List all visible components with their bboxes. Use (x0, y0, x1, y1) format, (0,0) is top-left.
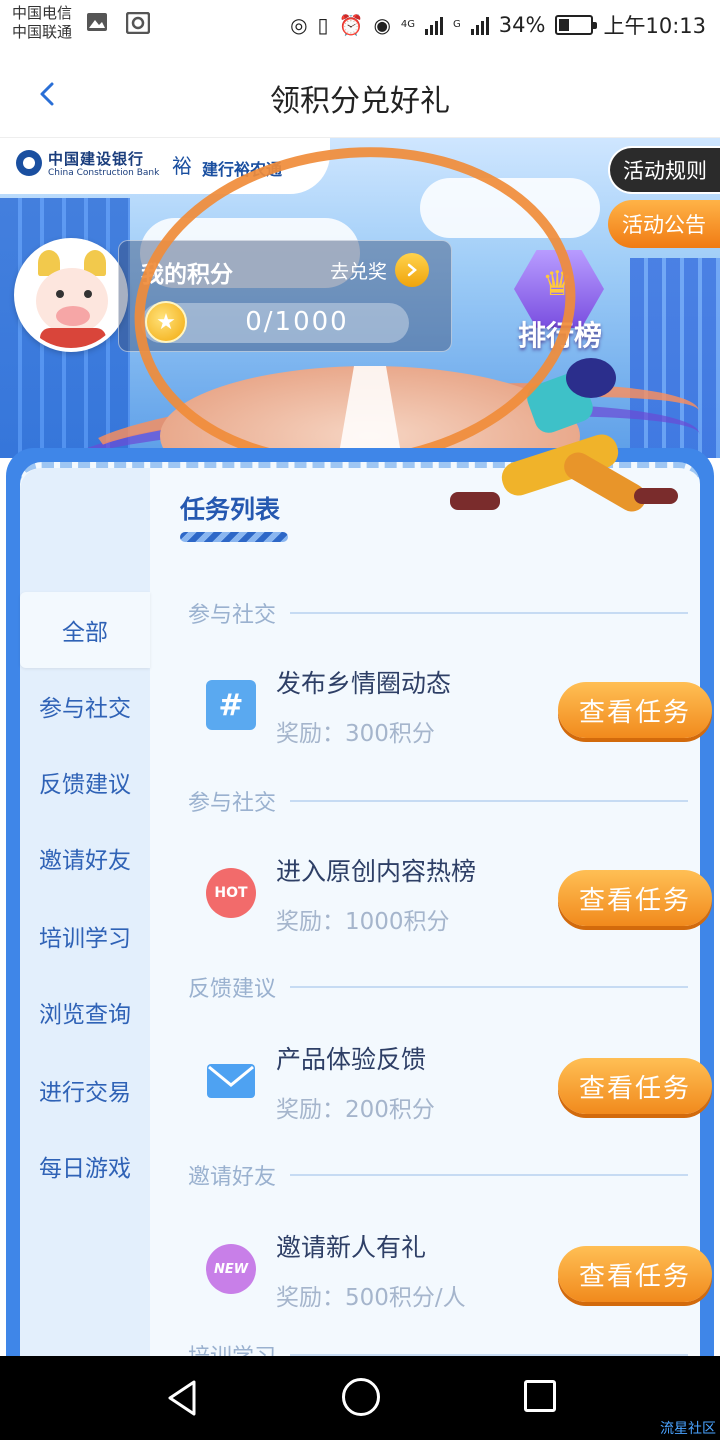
avatar-eye (84, 290, 92, 298)
system-navigation-bar: 流星社区 (0, 1356, 720, 1440)
section-header: 参与社交 (188, 598, 688, 628)
section-header: 反馈建议 (188, 972, 688, 1002)
task-panel-inner: 全部 参与社交 反馈建议 邀请好友 培训学习 浏览查询 进行交易 每日游戏 任务… (20, 430, 712, 1378)
task-item: # 发布乡情圈动态 奖励：300积分 查看任务 (192, 664, 712, 764)
status-bar: 中国电信 中国联通 ◎ ▯ ⏰ ◉ 4G G 34% 上午10:13 (0, 0, 720, 50)
task-reward: 奖励：1000积分 (276, 909, 450, 935)
view-task-button[interactable]: 查看任务 (558, 1246, 712, 1302)
sidebar-item-daily-game[interactable]: 每日游戏 (20, 1128, 150, 1204)
task-name: 进入原创内容热榜 (276, 857, 477, 886)
status-right: ◎ ▯ ⏰ ◉ 4G G 34% 上午10:13 (290, 8, 706, 42)
task-item: HOT 进入原创内容热榜 奖励：1000积分 查看任务 (192, 852, 712, 952)
carrier-2: 中国联通 (12, 23, 73, 41)
section-label: 反馈建议 (188, 977, 277, 1002)
battery-fill (559, 19, 570, 31)
task-panel: 全部 参与社交 反馈建议 邀请好友 培训学习 浏览查询 进行交易 每日游戏 任务… (6, 430, 714, 1378)
view-task-button[interactable]: 查看任务 (558, 682, 712, 738)
sidebar-item-invite[interactable]: 邀请好友 (20, 820, 150, 896)
eye-comfort-icon: ◉ (373, 13, 391, 37)
battery-percent: 34% (498, 13, 546, 37)
section-label: 参与社交 (188, 603, 277, 628)
section-header: 邀请好友 (188, 1160, 688, 1190)
carrier-info: 中国电信 中国联通 (12, 4, 72, 42)
image-notification-icon (87, 13, 107, 31)
section-label: 邀请好友 (188, 1165, 277, 1190)
hot-icon: HOT (206, 868, 256, 918)
system-back-icon[interactable] (164, 1378, 200, 1418)
bank-name-cn: 中国建设银行 (48, 150, 145, 168)
nav-bar: 领积分兑好礼 (0, 50, 720, 138)
signal-1-icon (425, 15, 444, 35)
clock: 上午10:13 (603, 14, 706, 38)
task-name: 发布乡情圈动态 (276, 669, 452, 698)
sidebar-item-feedback[interactable]: 反馈建议 (20, 744, 150, 820)
carrier-1: 中国电信 (12, 4, 73, 22)
view-task-button[interactable]: 查看任务 (558, 870, 712, 926)
title-underline (180, 532, 288, 542)
ccb-logo-icon (16, 150, 42, 176)
network-type-1: 4G (400, 19, 416, 30)
vibrate-icon: ▯ (317, 13, 329, 37)
page-title: 领积分兑好礼 (270, 84, 450, 119)
sidebar-item-social[interactable]: 参与社交 (20, 668, 150, 744)
task-list-title: 任务列表 (180, 495, 281, 524)
avatar[interactable] (14, 238, 128, 352)
activity-rules-button[interactable]: 活动规则 (608, 146, 720, 194)
avatar-eye (56, 290, 64, 298)
hashtag-icon: # (206, 680, 256, 730)
system-home-icon[interactable] (342, 1378, 380, 1416)
task-name: 产品体验反馈 (276, 1045, 427, 1074)
hotspot-icon: ◎ (290, 13, 308, 37)
category-sidebar: 全部 参与社交 反馈建议 邀请好友 培训学习 浏览查询 进行交易 每日游戏 (20, 468, 150, 1378)
system-recents-icon[interactable] (524, 1380, 556, 1412)
alarm-icon: ⏰ (338, 13, 364, 37)
mail-icon (207, 1064, 255, 1098)
signal-2-icon (470, 15, 489, 35)
task-reward: 奖励：200积分 (276, 1097, 435, 1123)
task-name: 邀请新人有礼 (276, 1233, 427, 1262)
task-reward: 奖励：500积分/人 (276, 1285, 466, 1311)
task-item: NEW 邀请新人有礼 奖励：500积分/人 查看任务 (192, 1228, 712, 1328)
avatar-nose (56, 306, 90, 326)
sidebar-item-training[interactable]: 培训学习 (20, 898, 150, 974)
section-header: 参与社交 (188, 786, 688, 816)
yunongtong-logo-icon: 裕 (172, 154, 192, 178)
runner-legs-decoration (450, 428, 700, 548)
watermark: 流星社区 (660, 1421, 716, 1437)
screenshot-notification-icon (126, 12, 150, 34)
new-icon: NEW (206, 1244, 256, 1294)
sidebar-item-all[interactable]: 全部 (20, 592, 150, 668)
task-reward: 奖励：300积分 (276, 721, 435, 747)
battery-icon (555, 15, 598, 35)
task-item: 产品体验反馈 奖励：200积分 查看任务 (192, 1040, 712, 1140)
view-task-button[interactable]: 查看任务 (558, 1058, 712, 1114)
sidebar-item-transaction[interactable]: 进行交易 (20, 1052, 150, 1128)
sidebar-item-browse[interactable]: 浏览查询 (20, 974, 150, 1050)
bank-name-en: China Construction Bank (48, 168, 160, 178)
activity-notice-button[interactable]: 活动公告 (608, 200, 720, 248)
network-type-2: G (453, 19, 461, 30)
section-label: 参与社交 (188, 791, 277, 816)
